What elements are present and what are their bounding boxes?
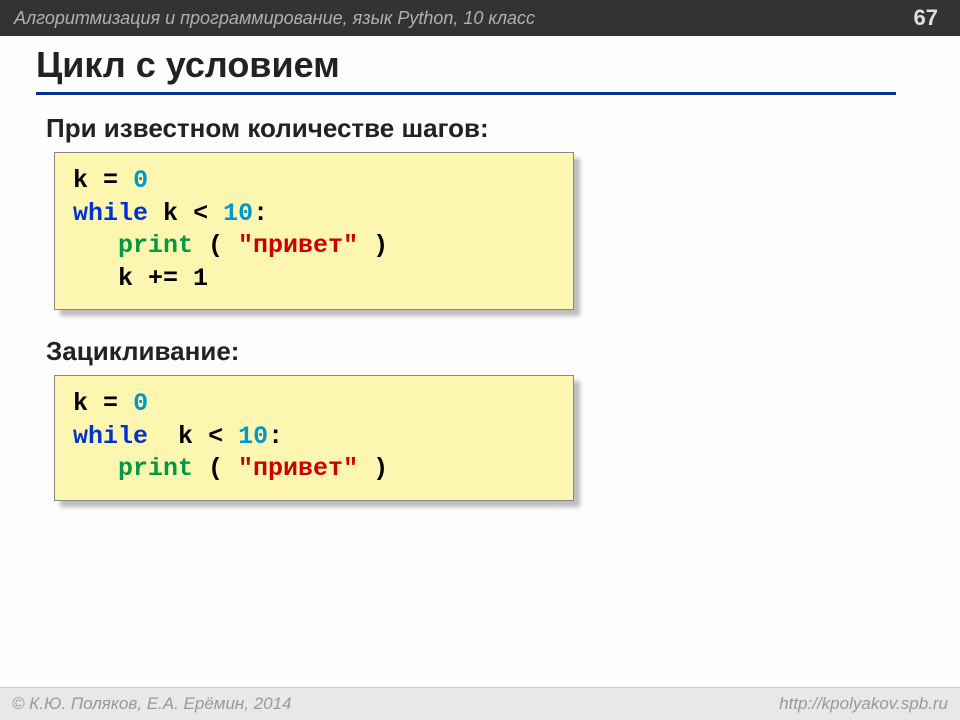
code-line: print ( "привет" )	[73, 230, 555, 263]
code-line: print ( "привет" )	[73, 453, 555, 486]
slide-title: Цикл с условием	[36, 44, 896, 95]
section1-heading: При известном количестве шагов:	[46, 113, 924, 144]
footer-authors: © К.Ю. Поляков, Е.А. Ерёмин, 2014	[12, 694, 292, 714]
code-line: while k < 10:	[73, 198, 555, 231]
code-line: k += 1	[73, 263, 555, 296]
header-bar: Алгоритмизация и программирование, язык …	[0, 0, 960, 36]
slide-content: Цикл с условием При известном количестве…	[0, 36, 960, 501]
course-title: Алгоритмизация и программирование, язык …	[14, 8, 535, 29]
code-block-2: k = 0 while k < 10: print ( "привет" )	[54, 375, 574, 501]
page-number: 67	[906, 5, 946, 31]
footer-url: http://kpolyakov.spb.ru	[779, 694, 948, 714]
code-line: k = 0	[73, 388, 555, 421]
code-line: k = 0	[73, 165, 555, 198]
code-line: while k < 10:	[73, 421, 555, 454]
section2-heading: Зацикливание:	[46, 336, 924, 367]
code-block-1: k = 0 while k < 10: print ( "привет" ) k…	[54, 152, 574, 310]
footer-bar: © К.Ю. Поляков, Е.А. Ерёмин, 2014 http:/…	[0, 687, 960, 720]
